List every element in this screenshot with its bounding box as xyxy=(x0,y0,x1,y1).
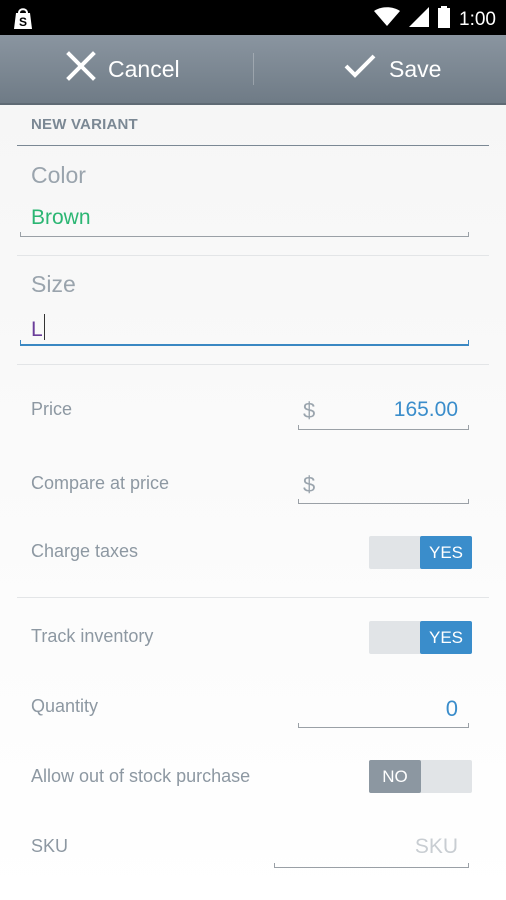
size-label: Size xyxy=(31,271,76,297)
color-label: Color xyxy=(31,162,86,188)
svg-text:S: S xyxy=(19,15,27,29)
allow-out-of-stock-label: Allow out of stock purchase xyxy=(31,766,251,786)
sku-label: SKU xyxy=(31,836,69,856)
color-underline xyxy=(20,232,469,237)
quantity-input[interactable]: 0 xyxy=(446,696,458,722)
section-title: NEW VARIANT xyxy=(31,116,138,133)
save-label: Save xyxy=(389,55,442,82)
quantity-label: Quantity xyxy=(31,696,99,716)
quantity-underline xyxy=(298,723,469,728)
sku-input[interactable]: SKU xyxy=(415,835,458,859)
sku-underline xyxy=(274,863,469,868)
compare-at-price-currency: $ xyxy=(303,472,316,497)
action-bar: Cancel Save xyxy=(0,35,506,105)
compare-at-price-label: Compare at price xyxy=(31,473,170,493)
compare-at-price-underline xyxy=(298,499,469,504)
action-divider xyxy=(253,53,254,85)
shopify-bag-icon: S xyxy=(12,6,34,35)
cancel-button[interactable]: Cancel xyxy=(66,35,180,103)
close-icon xyxy=(66,51,108,87)
track-inventory-toggle[interactable]: YES xyxy=(369,621,472,654)
color-input[interactable]: Brown xyxy=(31,206,91,230)
signal-icon xyxy=(409,7,430,32)
divider xyxy=(17,597,489,598)
charge-taxes-toggle[interactable]: YES xyxy=(369,536,472,569)
track-inventory-label: Track inventory xyxy=(31,626,154,646)
section-divider xyxy=(17,145,489,146)
charge-taxes-label: Charge taxes xyxy=(31,541,139,561)
allow-out-of-stock-state: NO xyxy=(369,760,421,793)
save-button[interactable]: Save xyxy=(343,35,441,103)
divider xyxy=(17,364,489,365)
wifi-icon xyxy=(374,7,401,32)
divider xyxy=(17,255,489,256)
status-time: 1:00 xyxy=(459,8,496,30)
track-inventory-state: YES xyxy=(420,621,472,654)
status-bar: S 1:00 xyxy=(0,0,506,35)
price-currency: $ xyxy=(303,398,316,423)
size-underline xyxy=(20,340,469,346)
text-cursor xyxy=(43,314,45,340)
checkmark-icon xyxy=(343,52,389,86)
charge-taxes-state: YES xyxy=(420,536,472,569)
cancel-label: Cancel xyxy=(108,55,180,82)
battery-icon xyxy=(438,6,451,33)
price-underline xyxy=(298,425,469,430)
price-input[interactable]: 165.00 xyxy=(394,398,458,422)
allow-out-of-stock-toggle[interactable]: NO xyxy=(369,760,472,793)
price-label: Price xyxy=(31,399,73,419)
size-value: L xyxy=(31,318,43,341)
size-input[interactable]: L xyxy=(31,314,45,342)
